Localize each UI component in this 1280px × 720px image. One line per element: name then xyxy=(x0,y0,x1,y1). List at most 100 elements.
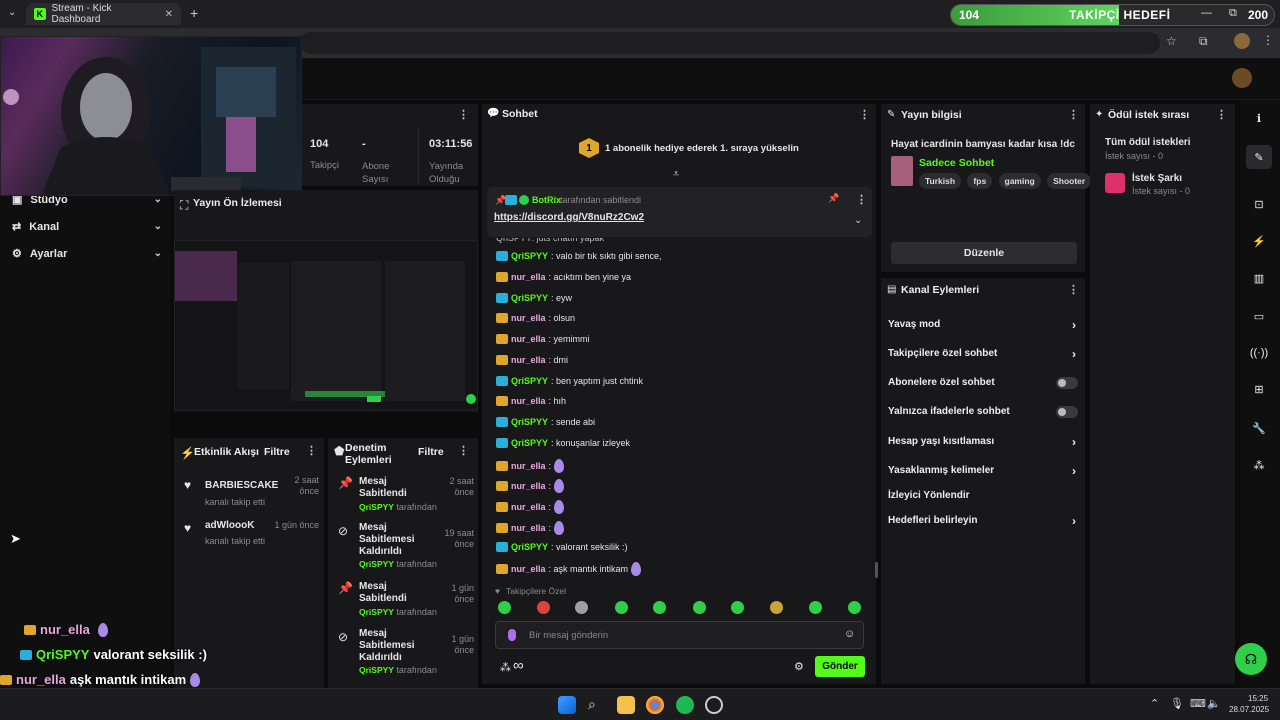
channel-action-row[interactable]: Takipçilere özel sohbet › xyxy=(888,347,1078,361)
emote-button[interactable] xyxy=(731,601,744,614)
emote-button[interactable] xyxy=(653,601,666,614)
spotify-icon[interactable] xyxy=(676,696,694,714)
chat-username[interactable]: nur_ella xyxy=(511,564,546,574)
close-tab-icon[interactable]: ✕ xyxy=(165,9,173,20)
moderation-filter-button[interactable]: Filtre xyxy=(418,446,444,458)
chat-username[interactable]: nur_ella xyxy=(511,396,546,406)
activity-menu-icon[interactable]: ⋮ xyxy=(306,444,317,457)
chat-username[interactable]: nur_ella xyxy=(511,461,546,471)
windows-start-icon[interactable] xyxy=(558,696,576,714)
clock-date[interactable]: 28.07.2025 xyxy=(1229,705,1269,714)
stream-info-menu-icon[interactable]: ⋮ xyxy=(1068,108,1079,121)
broadcast-icon[interactable]: ((·)) xyxy=(1249,343,1269,363)
channel-action-row[interactable]: Yavaş mod › xyxy=(888,318,1078,332)
unpin-button-icon[interactable]: 📌 xyxy=(828,193,839,204)
search-icon[interactable]: ⌕ xyxy=(588,696,606,714)
chat-username[interactable]: nur_ella xyxy=(511,313,546,323)
chat-input[interactable]: Bir mesaj gönderin ☺ xyxy=(495,621,864,649)
chat-username[interactable]: nur_ella xyxy=(511,334,546,344)
channel-action-row[interactable]: İzleyici Yönlendir xyxy=(888,490,1078,501)
chat-username[interactable]: QriSPYY xyxy=(511,376,548,386)
pinned-menu-icon[interactable]: ⋮ xyxy=(856,193,867,206)
emoji-picker-icon[interactable]: ☺ xyxy=(844,628,855,640)
document-icon[interactable]: ▥ xyxy=(1249,268,1269,288)
moderation-menu-icon[interactable]: ⋮ xyxy=(458,444,469,457)
sidebar-item-channel[interactable]: ⇄ Kanal ⌄ xyxy=(12,220,162,234)
tab-list-chevron-icon[interactable]: ⌄ xyxy=(8,7,16,18)
info-icon[interactable]: ℹ xyxy=(1249,108,1269,128)
chat-username[interactable]: QriSPYY xyxy=(511,251,548,261)
bookmark-star-icon[interactable]: ☆ xyxy=(1166,34,1177,48)
microphone-icon[interactable] xyxy=(508,629,516,641)
wrench-icon[interactable]: 🔧 xyxy=(1249,418,1269,438)
support-headset-icon[interactable]: ☊ xyxy=(1235,643,1267,675)
restore-icon[interactable]: ⧉ xyxy=(1229,7,1237,20)
chat-menu-icon[interactable]: ⋮ xyxy=(859,108,870,121)
obs-icon[interactable] xyxy=(705,696,723,714)
emote-button[interactable] xyxy=(575,601,588,614)
profile-avatar[interactable] xyxy=(1234,33,1250,49)
stream-preview-video[interactable] xyxy=(174,240,478,410)
channel-action-row[interactable]: Yalnızca ifadelerle sohbet xyxy=(888,405,1078,418)
chat-username[interactable]: nur_ella xyxy=(511,272,546,282)
pencil-tool-icon[interactable]: ✎ xyxy=(1246,145,1272,169)
chat-settings-gear-icon[interactable]: ⚙ xyxy=(794,660,804,673)
toggle-switch[interactable] xyxy=(1056,405,1078,418)
url-field[interactable] xyxy=(300,32,1160,54)
mic-tray-icon[interactable]: 🎙 xyxy=(1170,697,1184,710)
new-tab-icon[interactable]: + xyxy=(190,5,198,21)
emote-button[interactable] xyxy=(537,601,550,614)
points-tool-icon[interactable]: ⁂ xyxy=(1249,455,1269,475)
chat-username[interactable]: QriSPYY xyxy=(511,542,548,552)
chat-username[interactable]: nur_ella xyxy=(511,481,546,491)
emote-button[interactable] xyxy=(498,601,511,614)
user-avatar[interactable] xyxy=(1232,68,1252,88)
channel-action-row[interactable]: Hesap yaşı kısıtlaması › xyxy=(888,435,1078,449)
clock-time[interactable]: 15:25 xyxy=(1248,694,1268,703)
layout-tool-icon[interactable]: ⊞ xyxy=(1249,379,1269,399)
song-request-title[interactable]: İstek Şarkı xyxy=(1132,173,1182,184)
chrome-icon[interactable] xyxy=(646,696,664,714)
chat-tool-icon[interactable]: ▭ xyxy=(1249,306,1269,326)
emote-button[interactable] xyxy=(848,601,861,614)
chat-username[interactable]: nur_ella xyxy=(511,523,546,533)
scroll-to-bottom-icon[interactable]: ⩡ xyxy=(673,168,679,181)
reward-menu-icon[interactable]: ⋮ xyxy=(1216,108,1227,121)
chat-username[interactable]: QriSPYY xyxy=(511,417,548,427)
network-icon[interactable]: ⌨ xyxy=(1190,697,1206,710)
chat-username[interactable]: nur_ella xyxy=(511,355,546,365)
chat-username[interactable]: QriSPYY xyxy=(511,438,548,448)
chat-username[interactable]: QriSPYY xyxy=(511,293,548,303)
sidebar-item-settings[interactable]: ⚙ Ayarlar ⌄ xyxy=(12,247,162,261)
emote-button[interactable] xyxy=(809,601,822,614)
send-button[interactable]: Gönder xyxy=(815,656,865,677)
tray-chevron-icon[interactable]: ⌃ xyxy=(1150,697,1159,710)
volume-icon[interactable]: 🔈 xyxy=(1207,697,1221,710)
emote-button[interactable] xyxy=(770,601,783,614)
chat-scrollbar[interactable] xyxy=(875,562,878,578)
stream-category[interactable]: Sadece Sohbet xyxy=(919,157,994,169)
emote-button[interactable] xyxy=(693,601,706,614)
activity-filter-button[interactable]: Filtre xyxy=(264,446,290,458)
kick-points-icon[interactable]: ⁂ xyxy=(500,661,511,674)
edit-stream-button[interactable]: Düzenle xyxy=(891,242,1077,264)
minimize-icon[interactable]: — xyxy=(1201,7,1212,19)
toggle-switch[interactable] xyxy=(1056,376,1078,389)
extensions-icon[interactable]: ⧉ xyxy=(1199,34,1208,49)
browser-tab[interactable]: K Stream - Kick Dashboard ✕ xyxy=(26,3,181,25)
browser-menu-icon[interactable]: ⋮ xyxy=(1262,33,1274,47)
channel-action-row[interactable]: Hedefleri belirleyin › xyxy=(888,514,1078,528)
channel-actions-menu-icon[interactable]: ⋮ xyxy=(1068,283,1079,296)
channel-action-row[interactable]: Abonelere özel sohbet xyxy=(888,376,1078,389)
chevron-down-icon[interactable]: ⌄ xyxy=(854,215,862,226)
file-explorer-icon[interactable] xyxy=(617,696,635,714)
pinned-author[interactable]: BotRix xyxy=(532,195,561,205)
pinned-link[interactable]: https://discord.gg/V8nuRz2Cw2 xyxy=(494,212,644,223)
camera-frame-icon[interactable]: ⊡ xyxy=(1249,194,1269,214)
channel-action-row[interactable]: Yasaklanmış kelimeler › xyxy=(888,464,1078,478)
gift-leaderboard-text[interactable]: 1 abonelik hediye ederek 1. sıraya yükse… xyxy=(605,143,799,154)
chat-username[interactable]: nur_ella xyxy=(511,502,546,512)
lightning-tool-icon[interactable]: ⚡ xyxy=(1249,231,1269,251)
stats-menu-icon[interactable]: ⋮ xyxy=(458,108,469,121)
emote-button[interactable] xyxy=(615,601,628,614)
